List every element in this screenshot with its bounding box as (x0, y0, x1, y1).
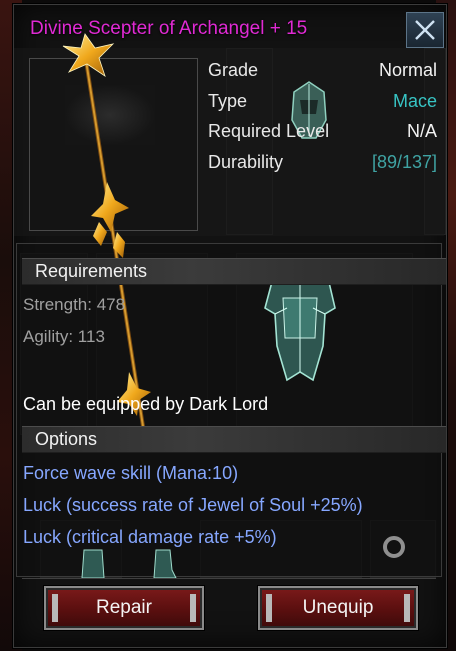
ring-icon (383, 536, 405, 558)
attr-value-type: Mace (392, 91, 437, 111)
equip-class-note: Can be equipped by Dark Lord (23, 394, 269, 414)
button-ornament (404, 594, 410, 622)
attr-value-required-level: N/A (406, 121, 437, 141)
attr-label-required-level: Required Level (208, 121, 330, 141)
attr-value-grade: Normal (378, 60, 437, 80)
attr-label-type: Type (208, 91, 248, 111)
repair-button[interactable]: Repair (44, 586, 204, 630)
close-button[interactable] (406, 12, 444, 48)
requirements-header-label: Requirements (35, 261, 148, 281)
attr-label-durability: Durability (208, 152, 284, 172)
requirement-strength: Strength: 478 (23, 295, 126, 314)
boots-icon (153, 549, 177, 579)
close-icon (415, 20, 435, 40)
option-line: Force wave skill (Mana:10) (23, 463, 239, 483)
options-header: Options (22, 426, 446, 453)
requirements-header: Requirements (22, 258, 446, 285)
option-line: Luck (success rate of Jewel of Soul +25%… (23, 495, 363, 515)
option-line: Luck (critical damage rate +5%) (23, 527, 277, 547)
repair-button-label: Repair (96, 597, 152, 618)
attr-label-grade: Grade (208, 60, 259, 80)
attr-value-durability: [89/137] (371, 152, 437, 172)
armor-icon (264, 269, 336, 382)
button-ornament (266, 594, 272, 622)
gauntlet-icon (81, 549, 105, 579)
unequip-button[interactable]: Unequip (258, 586, 418, 630)
button-ornament (190, 594, 196, 622)
unequip-button-label: Unequip (302, 597, 374, 618)
bottom-divider (22, 578, 436, 579)
button-ornament (52, 594, 58, 622)
options-header-label: Options (35, 429, 98, 449)
requirement-agility: Agility: 113 (23, 327, 105, 346)
